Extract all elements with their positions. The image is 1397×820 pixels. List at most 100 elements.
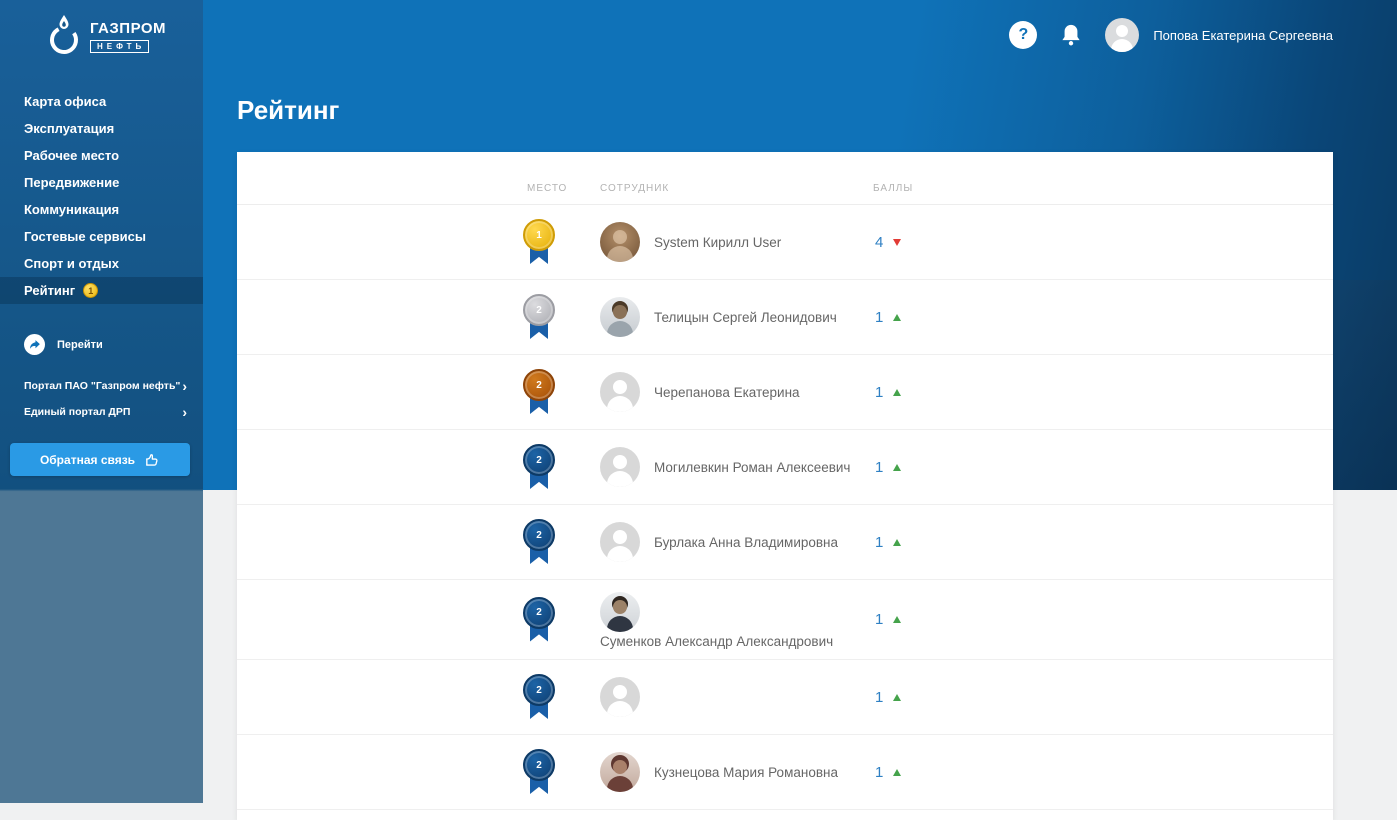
chevron-right-icon: › <box>182 405 187 419</box>
medal-icon: 1 <box>523 219 555 265</box>
score-cell: 1 <box>873 384 1333 401</box>
employee-avatar <box>600 222 640 262</box>
medal-disc: 2 <box>523 674 555 706</box>
employee-cell: Суменков Александр Александрович <box>600 590 873 649</box>
medal-icon: 2 <box>523 597 555 643</box>
sidebar-item[interactable]: Коммуникация <box>0 196 203 223</box>
score-cell: 1 <box>873 764 1333 781</box>
employee-avatar <box>600 592 640 632</box>
trend-arrow-icon <box>893 314 901 321</box>
topbar: ? Попова Екатерина Сергеевна <box>1009 17 1333 53</box>
employee-cell: Черепанова Екатерина <box>600 372 873 412</box>
medal-icon: 2 <box>523 519 555 565</box>
medal-disc: 2 <box>523 369 555 401</box>
score-value: 1 <box>875 611 883 628</box>
trend-arrow-icon <box>893 769 901 776</box>
sidebar-menu: Карта офисаЭксплуатация Рабочее место Пере… <box>0 88 203 304</box>
go-label: Перейти <box>57 339 103 351</box>
table-row[interactable]: 2 Черепанова Екатерина 1 <box>237 355 1333 430</box>
trend-arrow-icon <box>893 694 901 701</box>
table-row[interactable]: 2 1 <box>237 660 1333 735</box>
thumbs-up-icon <box>143 451 160 468</box>
sidebar-item[interactable]: Рабочее место <box>0 142 203 169</box>
place-cell: 2 <box>510 519 600 565</box>
place-cell: 2 <box>510 597 600 643</box>
sidebar-item[interactable]: Карта офиса <box>0 88 203 115</box>
score-value: 1 <box>875 384 883 401</box>
employee-cell: Бурлака Анна Владимировна <box>600 522 873 562</box>
sidebar-item[interactable]: Гостевые сервисы <box>0 223 203 250</box>
sidebar-item-label: Передвижение <box>24 175 119 190</box>
coin-badge-icon: 1 <box>83 283 98 298</box>
score-value: 1 <box>875 764 883 781</box>
employee-avatar <box>600 677 640 717</box>
score-value: 1 <box>875 459 883 476</box>
score-value: 1 <box>875 309 883 326</box>
link-label: Портал ПАО "Газпром нефть" <box>24 380 180 392</box>
place-cell: 1 <box>510 219 600 265</box>
score-cell: 1 <box>873 611 1333 628</box>
table-row[interactable]: 2 Суменков Александр Александрович 1 <box>237 580 1333 660</box>
employee-cell: System Кирилл User <box>600 222 873 262</box>
sidebar: ГАЗПРОМ НЕФТЬ Карта офисаЭксплуатация Раб… <box>0 0 203 803</box>
table-row[interactable]: 2 Кузнецова Мария Романовна 1 <box>237 735 1333 810</box>
brand-logo[interactable]: ГАЗПРОМ НЕФТЬ <box>0 0 203 58</box>
employee-name: Черепанова Екатерина <box>654 385 800 400</box>
trend-arrow-icon <box>893 239 901 246</box>
sidebar-item[interactable]: Эксплуатация <box>0 115 203 142</box>
go-header[interactable]: Перейти <box>0 334 203 355</box>
employee-cell: Телицын Сергей Леонидович <box>600 297 873 337</box>
sidebar-item-label: Рабочее место <box>24 148 119 163</box>
column-header-place: МЕСТО <box>510 183 600 194</box>
medal-disc: 1 <box>523 219 555 251</box>
employee-name: Суменков Александр Александрович <box>600 634 833 649</box>
user-avatar <box>1105 18 1139 52</box>
medal-icon: 2 <box>523 749 555 795</box>
employee-cell: Кузнецова Мария Романовна <box>600 752 873 792</box>
place-cell: 2 <box>510 749 600 795</box>
place-number: 2 <box>536 380 542 391</box>
column-header-score: БАЛЛЫ <box>873 183 1333 194</box>
column-header-employee: СОТРУДНИК <box>600 183 873 194</box>
external-portal-link[interactable]: Портал ПАО "Газпром нефть"› <box>0 373 203 399</box>
table-row[interactable]: 2 Телицын Сергей Леонидович 1 <box>237 280 1333 355</box>
chevron-right-icon: › <box>182 379 187 393</box>
notifications-bell-icon[interactable] <box>1059 22 1083 48</box>
table-row[interactable]: 2 Могилевкин Роман Алексеевич 1 <box>237 430 1333 505</box>
medal-icon: 2 <box>523 674 555 720</box>
sidebar-item[interactable]: Спорт и отдых <box>0 250 203 277</box>
employee-name: System Кирилл User <box>654 235 781 250</box>
table-body: 1 System Кирилл User 4 2 Телицын Сергей … <box>237 205 1333 810</box>
trend-arrow-icon <box>893 616 901 623</box>
sidebar-item[interactable]: Рейтинг1 <box>0 277 203 304</box>
place-cell: 2 <box>510 294 600 340</box>
trend-arrow-icon <box>893 539 901 546</box>
page-title: Рейтинг <box>237 95 1397 126</box>
go-section: Перейти Портал ПАО "Газпром нефть"›Едины… <box>0 334 203 425</box>
place-number: 2 <box>536 607 542 618</box>
place-cell: 2 <box>510 369 600 415</box>
employee-avatar <box>600 447 640 487</box>
medal-icon: 2 <box>523 369 555 415</box>
place-number: 2 <box>536 530 542 541</box>
table-row[interactable]: 2 Бурлака Анна Владимировна 1 <box>237 505 1333 580</box>
help-icon[interactable]: ? <box>1009 21 1037 49</box>
employee-name: Бурлака Анна Владимировна <box>654 535 838 550</box>
medal-disc: 2 <box>523 519 555 551</box>
brand-name: ГАЗПРОМ <box>90 20 166 37</box>
sidebar-item[interactable]: Передвижение <box>0 169 203 196</box>
table-row[interactable]: 1 System Кирилл User 4 <box>237 205 1333 280</box>
score-cell: 1 <box>873 689 1333 706</box>
score-cell: 1 <box>873 534 1333 551</box>
gazprom-flame-icon <box>46 14 82 58</box>
feedback-button[interactable]: Обратная связь <box>10 443 190 476</box>
medal-icon: 2 <box>523 444 555 490</box>
brand-subname: НЕФТЬ <box>90 40 149 53</box>
user-menu[interactable]: Попова Екатерина Сергеевна <box>1105 18 1333 52</box>
score-value: 1 <box>875 689 883 706</box>
external-portal-link[interactable]: Единый портал ДРП› <box>0 399 203 425</box>
main-content: Рейтинг МЕСТО СОТРУДНИК БАЛЛЫ 1 System К… <box>203 0 1397 820</box>
feedback-label: Обратная связь <box>40 453 135 467</box>
table-header-row: МЕСТО СОТРУДНИК БАЛЛЫ <box>237 152 1333 205</box>
sidebar-item-label: Коммуникация <box>24 202 119 217</box>
